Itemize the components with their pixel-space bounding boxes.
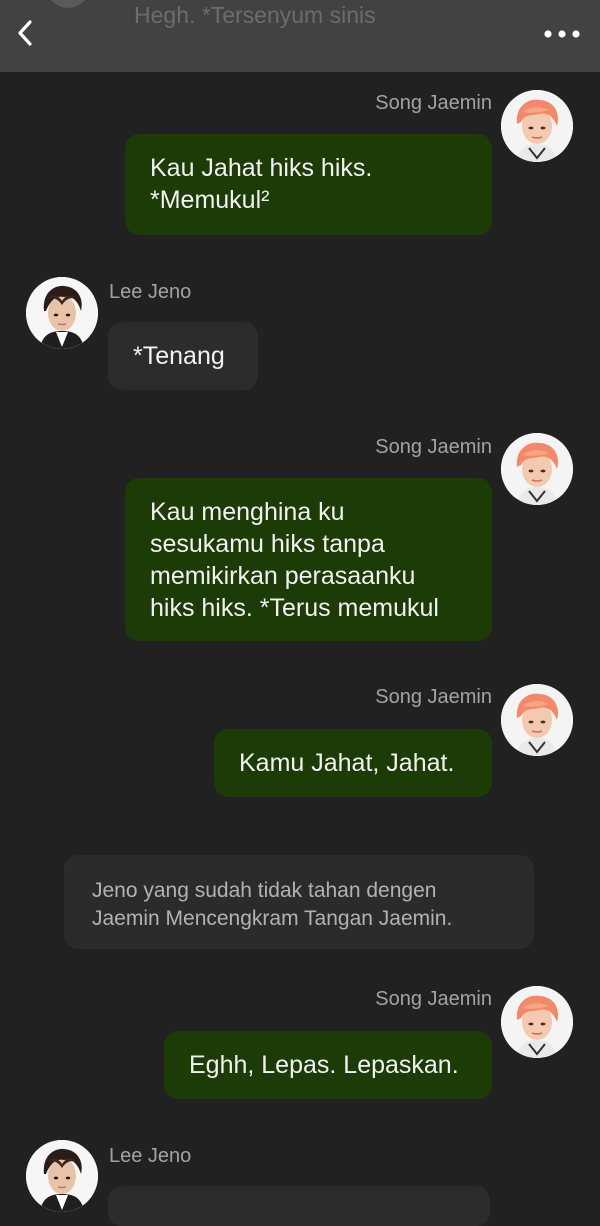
avatar[interactable] bbox=[501, 986, 573, 1058]
message-bubble[interactable]: Eghh, Lepas. Lepaskan. bbox=[164, 1031, 492, 1099]
previous-message-preview: Hegh. *Tersenyum sinis bbox=[134, 2, 376, 28]
more-horizontal-icon bbox=[544, 30, 580, 38]
message-bubble[interactable]: Kau Jahat hiks hiks. *Memukul² bbox=[125, 134, 492, 235]
avatar[interactable] bbox=[501, 433, 573, 505]
previous-avatar bbox=[46, 0, 90, 8]
narration-bubble: Jeno yang sudah tidak tahan dengen Jaemi… bbox=[64, 855, 534, 949]
avatar[interactable] bbox=[26, 1140, 98, 1212]
message-bubble[interactable]: Kamu Jahat, Jahat. bbox=[214, 729, 492, 797]
sender-name: Song Jaemin bbox=[375, 988, 492, 1010]
chevron-left-icon bbox=[18, 20, 32, 46]
sender-name: Song Jaemin bbox=[375, 686, 492, 708]
back-button[interactable] bbox=[10, 18, 40, 48]
chat-header: Hegh. *Tersenyum sinis bbox=[0, 0, 600, 72]
sender-name: Lee Jeno bbox=[109, 1145, 192, 1167]
more-options-button[interactable] bbox=[542, 20, 582, 48]
avatar[interactable] bbox=[501, 684, 573, 756]
sender-name: Lee Jeno bbox=[109, 281, 192, 303]
sender-name: Song Jaemin bbox=[375, 92, 492, 114]
message-bubble[interactable] bbox=[108, 1186, 490, 1226]
message-bubble[interactable]: Kau menghina ku sesukamu hiks tanpa memi… bbox=[125, 478, 492, 641]
message-bubble[interactable]: *Tenang bbox=[108, 322, 258, 390]
sender-name: Song Jaemin bbox=[375, 436, 492, 458]
avatar[interactable] bbox=[501, 90, 573, 162]
avatar[interactable] bbox=[26, 277, 98, 349]
